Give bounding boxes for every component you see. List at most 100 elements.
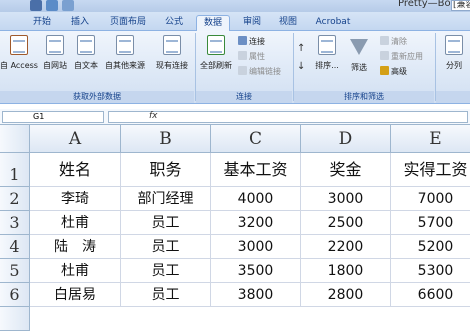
table-cell[interactable]: 3000 bbox=[211, 235, 301, 259]
advanced-filter-button[interactable]: 高级 bbox=[380, 66, 407, 78]
reapply-button[interactable]: 重新应用 bbox=[380, 51, 423, 63]
compat-mode-label: [兼容 bbox=[451, 0, 470, 11]
split-columns-icon bbox=[445, 35, 463, 55]
sort-button[interactable]: 排序... bbox=[312, 33, 342, 89]
tab-data[interactable]: 数据 bbox=[196, 15, 230, 31]
select-all-corner[interactable] bbox=[0, 125, 30, 153]
filter-funnel-icon bbox=[350, 39, 368, 55]
ribbon-tab-bar: 开始 插入 页面布局 公式 数据 审阅 视图 Acrobat bbox=[0, 12, 470, 31]
title-bar: Pretty—Boy [兼容 bbox=[0, 0, 470, 12]
row-header-5[interactable]: 5 bbox=[0, 259, 30, 283]
table-cell[interactable]: 3800 bbox=[211, 283, 301, 307]
edit-links-icon bbox=[238, 66, 247, 75]
connections-icon bbox=[163, 35, 181, 55]
table-cell[interactable]: 6600 bbox=[391, 283, 470, 307]
undo-icon[interactable] bbox=[46, 0, 58, 11]
group-label-connections: 连接 bbox=[196, 91, 292, 103]
table-cell[interactable]: 3200 bbox=[211, 211, 301, 235]
table-cell[interactable]: 1800 bbox=[301, 259, 391, 283]
tab-acrobat[interactable]: Acrobat bbox=[310, 15, 356, 31]
table-cell[interactable]: 4000 bbox=[211, 187, 301, 211]
link-icon bbox=[238, 36, 247, 45]
table-cell[interactable]: 7000 bbox=[391, 187, 470, 211]
reapply-icon bbox=[380, 51, 389, 60]
other-sources-icon bbox=[116, 35, 134, 55]
existing-connections-button[interactable]: 现有连接 bbox=[151, 33, 193, 89]
table-cell[interactable]: 陆 涛 bbox=[30, 235, 121, 259]
filter-button[interactable]: 筛选 bbox=[346, 33, 372, 89]
group-label-external-data: 获取外部数据 bbox=[0, 91, 194, 103]
text-to-columns-button[interactable]: 分列 bbox=[438, 33, 470, 89]
connections-button[interactable]: 连接 bbox=[238, 36, 265, 48]
tab-view[interactable]: 视图 bbox=[272, 15, 304, 31]
redo-icon[interactable] bbox=[62, 0, 74, 11]
table-cell[interactable]: 白居易 bbox=[30, 283, 121, 307]
table-header-cell[interactable]: 基本工资 bbox=[211, 153, 301, 187]
tab-home[interactable]: 开始 bbox=[26, 15, 58, 31]
row-header-6[interactable]: 6 bbox=[0, 283, 30, 307]
tab-review[interactable]: 审阅 bbox=[236, 15, 268, 31]
table-header-cell[interactable]: 奖金 bbox=[301, 153, 391, 187]
from-other-sources-button[interactable]: 自其他来源 bbox=[101, 33, 149, 89]
table-cell[interactable]: 杜甫 bbox=[30, 211, 121, 235]
table-cell[interactable]: 5700 bbox=[391, 211, 470, 235]
table-cell[interactable]: 5300 bbox=[391, 259, 470, 283]
column-header-c[interactable]: C bbox=[211, 125, 301, 153]
row-header-1[interactable]: 1 bbox=[0, 153, 30, 187]
column-header-e[interactable]: E bbox=[391, 125, 470, 153]
sort-ascending-button[interactable]: ↑ bbox=[297, 43, 305, 55]
tab-page-layout[interactable]: 页面布局 bbox=[104, 15, 152, 31]
name-box[interactable]: G1 bbox=[2, 111, 104, 123]
access-icon bbox=[10, 35, 28, 55]
row-header-2[interactable]: 2 bbox=[0, 187, 30, 211]
table-cell[interactable]: 杜甫 bbox=[30, 259, 121, 283]
table-cell[interactable]: 员工 bbox=[121, 235, 211, 259]
group-label-data-tools bbox=[436, 91, 470, 103]
edit-links-button[interactable]: 编辑链接 bbox=[238, 66, 281, 78]
table-cell[interactable]: 2800 bbox=[301, 283, 391, 307]
fx-icon[interactable]: fx bbox=[149, 111, 158, 121]
table-cell[interactable]: 员工 bbox=[121, 259, 211, 283]
web-icon bbox=[46, 35, 64, 55]
table-cell[interactable]: 2200 bbox=[301, 235, 391, 259]
column-header-a[interactable]: A bbox=[30, 125, 121, 153]
table-header-cell[interactable]: 实得工资 bbox=[391, 153, 470, 187]
row-header-3[interactable]: 3 bbox=[0, 211, 30, 235]
from-web-button[interactable]: 自网站 bbox=[40, 33, 70, 89]
tab-formulas[interactable]: 公式 bbox=[158, 15, 190, 31]
advanced-filter-icon bbox=[380, 66, 389, 75]
refresh-icon bbox=[207, 35, 225, 55]
save-icon[interactable] bbox=[30, 0, 42, 11]
table-header-cell[interactable]: 姓名 bbox=[30, 153, 121, 187]
table-header-cell[interactable]: 职务 bbox=[121, 153, 211, 187]
refresh-all-button[interactable]: 全部刷新 bbox=[197, 33, 235, 89]
window-title: Pretty—Boy bbox=[398, 0, 457, 9]
formula-input[interactable]: fx bbox=[108, 111, 468, 123]
row-header-7[interactable] bbox=[0, 307, 30, 331]
table-cell[interactable]: 李琦 bbox=[30, 187, 121, 211]
from-access-button[interactable]: 自 Access bbox=[0, 33, 38, 89]
table-cell[interactable]: 员工 bbox=[121, 283, 211, 307]
sort-icon bbox=[318, 35, 336, 55]
group-label-sort-filter: 排序和筛选 bbox=[294, 91, 434, 103]
row-header-4[interactable]: 4 bbox=[0, 235, 30, 259]
spreadsheet-grid: A B C D E 1 姓名 职务 基本工资 奖金 实得工资 2 李琦 部门经理… bbox=[0, 125, 470, 331]
sort-descending-button[interactable]: ↓ bbox=[297, 61, 305, 73]
ribbon: 自 Access 自网站 自文本 自其他来源 现有连接 获取外部数据 全部刷新 … bbox=[0, 31, 470, 104]
properties-button[interactable]: 属性 bbox=[238, 51, 265, 63]
table-cell[interactable]: 员工 bbox=[121, 211, 211, 235]
table-cell[interactable]: 5200 bbox=[391, 235, 470, 259]
from-text-button[interactable]: 自文本 bbox=[71, 33, 101, 89]
text-file-icon bbox=[77, 35, 95, 55]
clear-filter-button[interactable]: 清除 bbox=[380, 36, 407, 48]
table-cell[interactable]: 3000 bbox=[301, 187, 391, 211]
tab-insert[interactable]: 插入 bbox=[64, 15, 96, 31]
table-cell[interactable]: 部门经理 bbox=[121, 187, 211, 211]
table-cell[interactable]: 3500 bbox=[211, 259, 301, 283]
column-header-d[interactable]: D bbox=[301, 125, 391, 153]
column-header-b[interactable]: B bbox=[121, 125, 211, 153]
formula-bar: G1 fx bbox=[0, 109, 470, 125]
properties-icon bbox=[238, 51, 247, 60]
clear-icon bbox=[380, 36, 389, 45]
table-cell[interactable]: 2500 bbox=[301, 211, 391, 235]
